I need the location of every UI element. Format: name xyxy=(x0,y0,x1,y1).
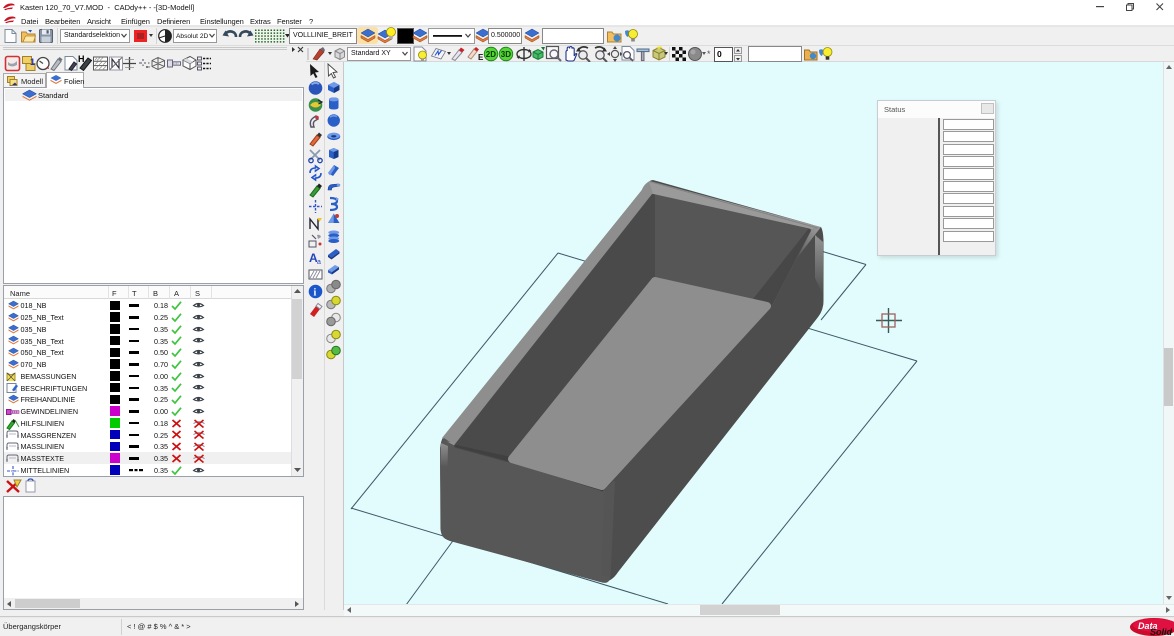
svg-text:i: i xyxy=(313,288,316,299)
svg-text:3D: 3D xyxy=(501,50,511,59)
svg-text:1: 1 xyxy=(30,57,35,67)
svg-text:Solid: Solid xyxy=(1150,627,1173,636)
svg-text:2D: 2D xyxy=(486,50,496,59)
svg-text:H: H xyxy=(78,54,85,64)
svg-text:a: a xyxy=(317,259,321,266)
